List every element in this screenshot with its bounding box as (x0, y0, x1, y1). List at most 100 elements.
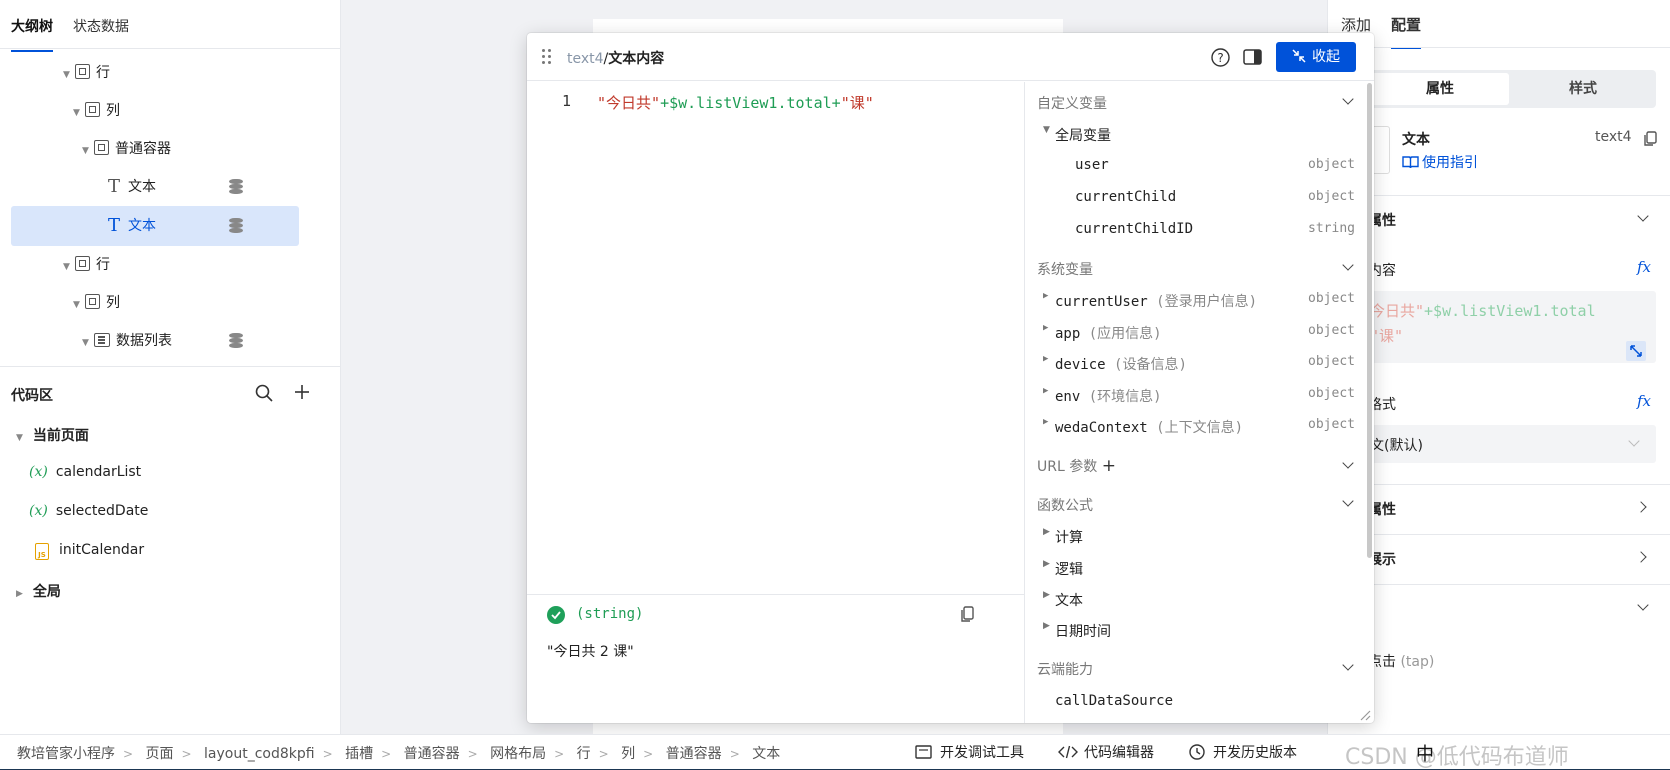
tree-node-data-list[interactable]: ▼ 数据列表 (82, 321, 172, 361)
variable-item[interactable]: currentChildID string (1025, 215, 1355, 245)
chevron-right-icon[interactable] (1635, 551, 1647, 563)
search-icon[interactable] (255, 384, 273, 402)
function-category[interactable]: ▶ 逻辑 (1025, 553, 1355, 583)
dialog-header[interactable]: text4/文本内容 ? 收起 (527, 33, 1374, 81)
collapse-button[interactable]: 收起 (1276, 42, 1356, 72)
chevron-down-icon[interactable] (1637, 599, 1649, 611)
database-icon (229, 179, 243, 195)
section-display[interactable]: 展示 (1328, 534, 1670, 584)
tree-node-row[interactable]: ▼ 行 (63, 245, 110, 285)
breadcrumb-item[interactable]: 列 (621, 746, 635, 762)
list-item[interactable]: (x) selectedDate (29, 503, 148, 519)
chevron-right-icon[interactable] (1635, 501, 1647, 513)
dev-debug-tools-button[interactable]: 开发调试工具 (915, 742, 1024, 762)
tree-node-column[interactable]: ▼ 列 (73, 283, 120, 323)
chevron-down-icon[interactable] (1342, 659, 1354, 671)
chevron-down-icon[interactable] (1342, 457, 1354, 469)
breadcrumb-item[interactable]: 教培管家小程序 (17, 746, 115, 762)
plus-icon[interactable]: + (1102, 456, 1116, 476)
variable-item[interactable]: currentChild object (1025, 183, 1355, 213)
function-category[interactable]: ▶ 文本 (1025, 584, 1355, 614)
tab-outline-tree[interactable]: 大纲树 (11, 16, 53, 52)
chevron-down-icon[interactable] (1342, 93, 1354, 105)
variable-item[interactable]: ▶ wedaContext (上下文信息) object (1025, 411, 1355, 441)
variable-browser: 自定义变量 ▼ 全局变量 user object currentChild obje… (1024, 82, 1374, 723)
help-icon[interactable]: ? (1211, 48, 1230, 67)
breadcrumb-item[interactable]: 文本 (752, 746, 780, 762)
variable-item[interactable]: ▶ app (应用信息) object (1025, 317, 1355, 347)
breadcrumb-item[interactable]: 插槽 (345, 746, 373, 762)
segment-properties[interactable]: 属性 (1371, 73, 1509, 105)
caret-right-icon[interactable]: ▶ (16, 589, 28, 599)
dev-history-button[interactable]: 开发历史版本 (1188, 742, 1297, 762)
caret-down-icon[interactable]: ▼ (73, 93, 85, 133)
function-category[interactable]: ▶ 日期时间 (1025, 615, 1355, 645)
section-advanced-properties[interactable]: 属性 (1328, 484, 1670, 534)
event-tap[interactable]: 点击 (tap) (1368, 651, 1434, 671)
caret-down-icon[interactable]: ▼ (63, 247, 75, 287)
tree-node-text-selected[interactable]: T 文本 (11, 206, 299, 246)
cloud-function-item[interactable]: callDataSource (1025, 687, 1355, 717)
chevron-down-icon[interactable] (1342, 259, 1354, 271)
code-editor-button[interactable]: 代码编辑器 (1058, 742, 1154, 762)
group-custom-variables[interactable]: 自定义变量 (1037, 93, 1107, 113)
usage-guide-link[interactable]: 使用指引 (1402, 152, 1478, 172)
formula-icon[interactable]: fx (1637, 258, 1651, 276)
content-input[interactable]: 今日共"+$w.listView1.total "课" (1368, 291, 1656, 363)
plus-icon[interactable] (295, 385, 309, 399)
list-item[interactable]: JS initCalendar (35, 542, 144, 560)
variable-item[interactable]: user object (1025, 151, 1355, 181)
format-select[interactable]: 文(默认) (1368, 425, 1656, 463)
variable-item[interactable]: ▶ env (环境信息) object (1025, 380, 1355, 410)
tree-node-container[interactable]: ▼ 普通容器 (82, 129, 171, 169)
javascript-file-icon: JS (35, 543, 49, 560)
group-system-variables[interactable]: 系统变量 (1037, 259, 1093, 279)
copy-icon[interactable] (960, 606, 974, 623)
code-editor[interactable]: 1 "今日共"+$w.listView1.total+"课" (527, 82, 1024, 593)
tab-config[interactable]: 配置 (1391, 14, 1422, 49)
chevron-down-icon[interactable] (1637, 210, 1649, 222)
section-properties[interactable]: 属性 (1328, 195, 1670, 245)
tree-node-global[interactable]: ▶ 全局 (16, 581, 61, 601)
breadcrumb-item[interactable]: 页面 (146, 746, 174, 762)
breadcrumb-item[interactable]: 网格布局 (490, 746, 546, 762)
caret-down-icon[interactable]: ▼ (82, 131, 94, 171)
group-url-params[interactable]: URL 参数 + (1037, 456, 1116, 476)
caret-down-icon[interactable]: ▼ (16, 433, 28, 443)
tab-state-data[interactable]: 状态数据 (73, 16, 129, 36)
section-events[interactable] (1328, 584, 1670, 634)
tree-node-row[interactable]: ▼ 行 (63, 53, 110, 93)
resize-handle-icon[interactable] (1359, 709, 1371, 721)
copy-icon[interactable] (1643, 131, 1657, 147)
breadcrumb-item[interactable]: 行 (577, 746, 591, 762)
result-type: (string) (576, 606, 644, 622)
tree-node-global-variables[interactable]: ▼ 全局变量 (1025, 119, 1355, 149)
group-functions[interactable]: 函数公式 (1037, 495, 1093, 515)
caret-down-icon[interactable]: ▼ (63, 55, 75, 95)
variable-item[interactable]: ▶ device (设备信息) object (1025, 348, 1355, 378)
ime-indicator[interactable]: 中 (1416, 740, 1434, 766)
caret-right-icon: ▶ (1043, 621, 1050, 631)
tree-node-text[interactable]: T 文本 (108, 167, 156, 207)
chevron-down-icon[interactable] (1342, 495, 1354, 507)
scrollbar[interactable] (1367, 83, 1372, 558)
variable-item[interactable]: ▶ currentUser (登录用户信息) object (1025, 285, 1355, 315)
code-line[interactable]: "今日共"+$w.listView1.total+"课" (597, 92, 874, 113)
segment-styles[interactable]: 样式 (1514, 73, 1652, 105)
tree-node-current-page[interactable]: ▼ 当前页面 (16, 425, 89, 445)
formula-icon[interactable]: fx (1637, 392, 1651, 410)
drag-handle-icon[interactable] (542, 49, 552, 65)
caret-down-icon[interactable]: ▼ (73, 285, 85, 325)
breadcrumb-item[interactable]: layout_cod8kpfi (204, 746, 315, 762)
list-item[interactable]: (x) calendarList (29, 464, 141, 480)
side-panel-icon[interactable] (1243, 49, 1262, 65)
tab-add[interactable]: 添加 (1341, 14, 1371, 35)
tree-node-column[interactable]: ▼ 列 (73, 91, 120, 131)
group-cloud-capabilities[interactable]: 云端能力 (1037, 659, 1093, 679)
caret-down-icon[interactable]: ▼ (82, 323, 94, 363)
function-category[interactable]: ▶ 计算 (1025, 521, 1355, 551)
breadcrumb-item[interactable]: 普通容器 (666, 746, 722, 762)
expression-editor-dialog: text4/文本内容 ? 收起 1 "今日共"+$w.listView1.tot… (527, 33, 1374, 723)
breadcrumb-item[interactable]: 普通容器 (404, 746, 460, 762)
expand-icon[interactable] (1626, 341, 1646, 361)
